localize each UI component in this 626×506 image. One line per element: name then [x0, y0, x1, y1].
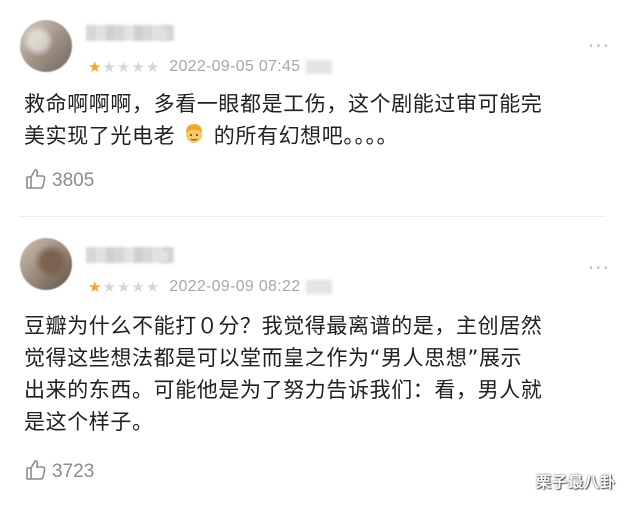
username-blurred-tail [158, 28, 168, 40]
star-rating: ★ ★ ★ ★ ★ [88, 277, 160, 296]
comment-text: 豆瓣为什么不能打０分？我觉得最离谱的是，主创居然 觉得这些想法都是可以堂而皇之作… [24, 310, 614, 438]
timestamp-blurred [306, 60, 333, 74]
comment-line: 是这个样子。 [24, 410, 154, 434]
thumbs-up-icon [24, 458, 48, 486]
comment-line-part: 的所有幻想吧。。。。 [213, 124, 399, 148]
star-icon: ★ [131, 277, 145, 296]
like-button[interactable]: 3805 [24, 168, 94, 194]
comment-line: 美实现了光电老 的所有幻想吧。。。。 [24, 120, 614, 155]
timestamp: 2022-09-09 08:22 [169, 278, 301, 295]
star-icon: ★ [88, 277, 102, 296]
comment-line: 出来的东西。可能他是为了努力告诉我们：看，男人就 [24, 378, 543, 402]
divider [20, 216, 606, 217]
comment-line-part: 美实现了光电老 [24, 124, 176, 148]
star-icon: ★ [88, 57, 102, 76]
comment-line: 觉得这些想法都是可以堂而皇之作为“男人思想”展示 [24, 346, 523, 370]
comment-line: 豆瓣为什么不能打０分？我觉得最离谱的是，主创居然 [24, 314, 543, 338]
star-icon: ★ [145, 57, 160, 76]
comment-text: 救命啊啊啊，多看一眼都是工伤，这个剧能过审可能完 美实现了光电老 的所有幻想吧。… [24, 88, 614, 155]
star-rating: ★ ★ ★ ★ ★ [88, 57, 160, 76]
like-count: 3723 [52, 461, 95, 482]
star-icon: ★ [102, 277, 116, 296]
like-button[interactable]: 3723 [24, 459, 94, 485]
rating-meta: ★ ★ ★ ★ ★ 2022-09-09 08:22 [88, 276, 333, 298]
star-icon: ★ [116, 57, 131, 76]
timestamp: 2022-09-05 07:45 [169, 58, 301, 75]
star-icon: ★ [116, 277, 131, 296]
star-icon: ★ [102, 57, 116, 76]
timestamp-blurred [306, 280, 333, 294]
man-emoji-icon [182, 122, 206, 155]
comment-line: 救命啊啊啊，多看一眼都是工伤，这个剧能过审可能完 [24, 92, 543, 116]
watermark: 栗子最八卦 [535, 473, 616, 491]
avatar[interactable] [20, 238, 72, 290]
avatar[interactable] [20, 20, 72, 72]
more-icon[interactable]: ··· [588, 36, 610, 56]
username-blurred-tail [158, 250, 168, 262]
star-icon: ★ [131, 57, 145, 76]
thumbs-up-icon [24, 167, 48, 195]
more-icon[interactable]: ··· [588, 258, 610, 278]
rating-meta: ★ ★ ★ ★ ★ 2022-09-05 07:45 [88, 56, 333, 78]
like-count: 3805 [52, 170, 95, 191]
star-icon: ★ [145, 277, 160, 296]
